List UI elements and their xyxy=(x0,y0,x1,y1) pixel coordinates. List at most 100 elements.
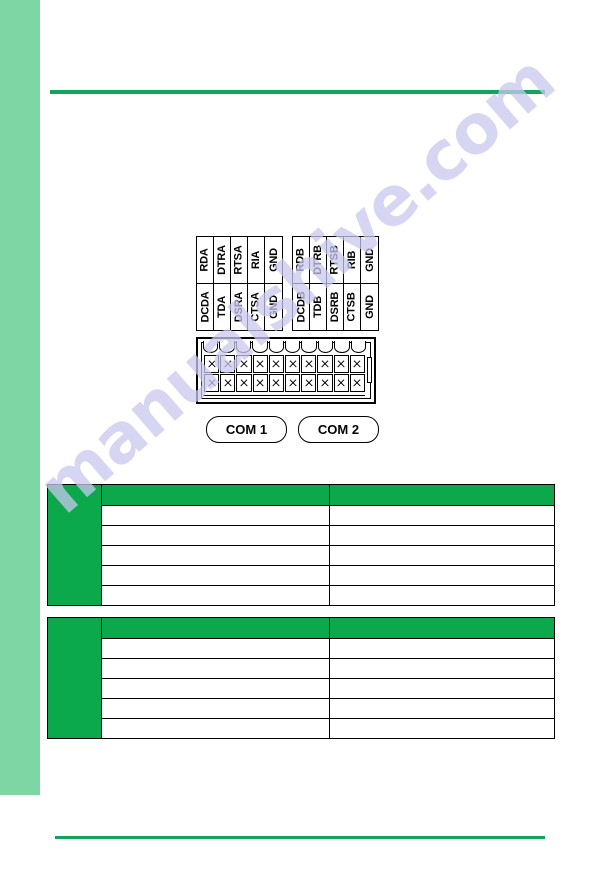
pin-label-lower: DCDA xyxy=(197,284,213,330)
screw-terminal xyxy=(236,374,252,392)
pin-label-lower: TDA xyxy=(214,284,230,330)
pin-label-lower: DSRB xyxy=(327,284,343,330)
cell-signal xyxy=(101,585,330,606)
screw-terminal xyxy=(349,374,366,392)
pin-label-upper: RDB xyxy=(293,237,309,284)
wire-entry xyxy=(334,341,350,353)
pin-label-upper: GND xyxy=(265,237,282,284)
wire-entry xyxy=(235,341,252,353)
table-row xyxy=(48,698,555,719)
table-row xyxy=(48,505,555,526)
pin-label-upper: RDA xyxy=(197,237,213,284)
screw-terminal xyxy=(268,374,285,392)
cell-signal xyxy=(101,698,330,719)
screw-terminal xyxy=(220,374,236,392)
screw-terminal xyxy=(317,355,333,373)
cell-description xyxy=(329,718,555,739)
table-row xyxy=(48,565,555,586)
footer-rule xyxy=(55,836,545,839)
table-row xyxy=(48,545,555,566)
cell-description xyxy=(329,525,555,546)
pin-label-column: RDA DCDA xyxy=(197,237,214,330)
terminal-block-end-cap xyxy=(367,357,372,383)
pin-assignment-table-2 xyxy=(47,617,555,739)
pin-label-text: DTRA xyxy=(216,245,229,275)
screw-terminal xyxy=(204,374,220,392)
pin-label-lower: DCDB xyxy=(293,284,309,330)
table-side-label xyxy=(47,484,102,606)
cell-signal xyxy=(101,565,330,586)
cell-signal xyxy=(101,718,330,739)
cell-description xyxy=(329,545,555,566)
pin-label-text: CTSB xyxy=(346,292,358,322)
screw-terminal xyxy=(285,355,301,373)
pin-label-text: DCDB xyxy=(295,291,308,323)
pin-label-column: RIB CTSB xyxy=(344,237,361,330)
pin-label-text: GND xyxy=(363,295,376,319)
pin-label-text: RTSB xyxy=(329,245,341,275)
screw-terminal xyxy=(204,355,220,373)
cell-signal xyxy=(101,658,330,679)
pin-label-lower: CTSB xyxy=(344,284,360,330)
pin-label-banks: RDA DCDA DTRA TDA RTSA DSRA RIA CTSA GND… xyxy=(196,236,379,331)
terminal-wire-entries xyxy=(203,341,367,353)
pin-label-text: RTSA xyxy=(233,245,245,275)
pin-label-lower: GND xyxy=(361,284,378,330)
screw-terminal xyxy=(220,355,236,373)
pin-label-text: RIA xyxy=(250,250,263,270)
terminal-block xyxy=(196,337,376,404)
pin-label-column: DTRB TDB xyxy=(310,237,327,330)
table-header-row xyxy=(47,617,555,739)
cell-signal xyxy=(101,638,330,659)
terminal-screw-row-lower xyxy=(204,374,366,392)
pin-label-text: GND xyxy=(267,248,280,272)
table-row xyxy=(48,525,555,546)
wire-entry xyxy=(268,341,285,353)
pin-label-text: DSRA xyxy=(233,291,245,323)
cell-description xyxy=(329,658,555,679)
pin-label-text: CTSA xyxy=(250,292,262,322)
pin-label-column: RTSA DSRA xyxy=(231,237,248,330)
header-rule xyxy=(50,90,545,94)
pin-label-upper: RIB xyxy=(344,237,360,284)
terminal-screw-grid xyxy=(204,355,366,392)
cell-description xyxy=(329,505,555,526)
pin-label-column: GND GND xyxy=(361,237,378,330)
wire-entry xyxy=(252,341,268,353)
wire-entry xyxy=(350,341,367,353)
wire-entry xyxy=(203,341,219,353)
terminal-screw-row-upper xyxy=(204,355,366,373)
screw-terminal xyxy=(317,374,333,392)
pin-label-lower: TDB xyxy=(310,284,326,330)
screw-terminal xyxy=(301,374,317,392)
pin-label-text: DTRB xyxy=(312,245,325,275)
wire-entry xyxy=(285,341,301,353)
cell-description xyxy=(329,585,555,606)
com-connector-figure: RDA DCDA DTRA TDA RTSA DSRA RIA CTSA GND… xyxy=(196,236,396,452)
pin-label-upper: GND xyxy=(361,237,378,284)
screw-terminal xyxy=(285,374,301,392)
column-header-signal xyxy=(101,484,330,506)
pin-label-text: TDB xyxy=(312,295,325,319)
pin-label-column: GND GND xyxy=(265,237,282,330)
table-side-label xyxy=(47,617,102,739)
pin-label-text: RIB xyxy=(346,250,359,270)
table-header-row xyxy=(47,484,555,606)
pin-label-column: RTSB DSRB xyxy=(327,237,344,330)
table-row xyxy=(48,658,555,679)
pin-label-upper: DTRA xyxy=(214,237,230,284)
pin-label-text: RDA xyxy=(199,248,212,272)
pin-label-upper: RTSA xyxy=(231,237,247,284)
cell-description xyxy=(329,638,555,659)
pin-label-text: RDB xyxy=(295,248,308,272)
table-row xyxy=(48,585,555,606)
cell-description xyxy=(329,678,555,699)
cell-description xyxy=(329,565,555,586)
terminal-block-base xyxy=(203,395,365,400)
pin-label-text: DSRB xyxy=(329,291,341,323)
screw-terminal xyxy=(268,355,285,373)
screw-terminal xyxy=(349,355,366,373)
pin-label-column: RDB DCDB xyxy=(293,237,310,330)
cell-signal xyxy=(101,525,330,546)
pin-label-column: RIA CTSA xyxy=(248,237,265,330)
